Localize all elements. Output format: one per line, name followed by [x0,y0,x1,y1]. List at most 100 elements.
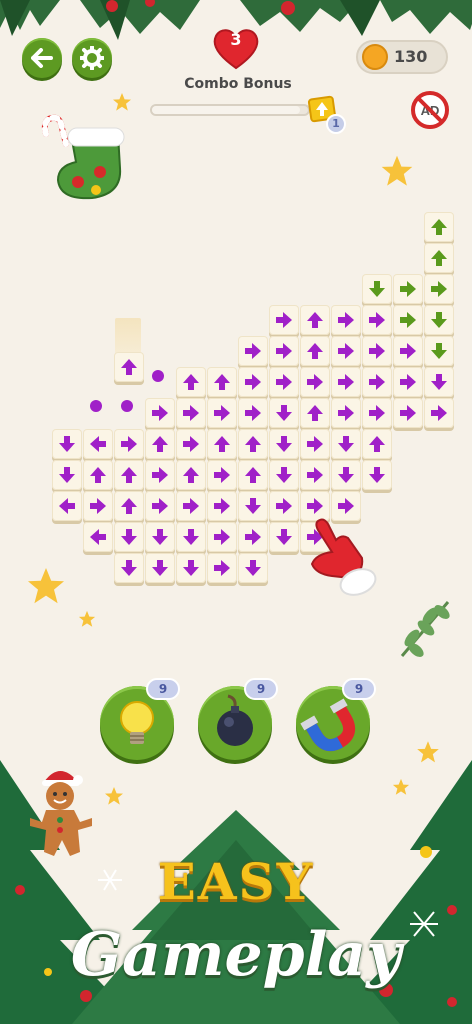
arrow-tile[interactable] [52,429,82,459]
arrow-tile[interactable] [393,398,423,428]
arrow-up-icon [183,374,199,390]
arrow-tile[interactable] [114,553,144,583]
arrow-tile[interactable] [207,553,237,583]
arrow-tile[interactable] [176,398,206,428]
arrow-tile[interactable] [269,522,299,552]
arrow-right-icon [400,312,416,328]
arrow-tile[interactable] [207,491,237,521]
arrow-tile[interactable] [145,522,175,552]
arrow-tile[interactable] [362,367,392,397]
arrow-tile[interactable] [207,429,237,459]
arrow-tile[interactable] [269,336,299,366]
arrow-tile[interactable] [424,398,454,428]
arrow-tile[interactable] [114,522,144,552]
arrow-tile[interactable] [424,367,454,397]
arrow-tile[interactable] [176,553,206,583]
arrow-tile[interactable] [238,367,268,397]
arrow-tile[interactable] [300,398,330,428]
arrow-tile[interactable] [300,429,330,459]
arrow-right-icon [245,529,261,545]
arrow-tile[interactable] [83,460,113,490]
arrow-left-icon [90,436,106,452]
arrow-tile[interactable] [300,367,330,397]
arrow-tile[interactable] [207,367,237,397]
arrow-tile[interactable] [331,305,361,335]
arrow-right-icon [214,405,230,421]
arrow-up-icon [214,436,230,452]
arrow-tile[interactable] [145,460,175,490]
arrow-tile[interactable] [114,352,144,382]
arrow-tile[interactable] [145,491,175,521]
arrow-tile[interactable] [362,429,392,459]
arrow-right-icon [90,498,106,514]
arrow-tile[interactable] [269,367,299,397]
arrow-tile[interactable] [238,398,268,428]
arrow-right-icon [183,405,199,421]
arrow-tile[interactable] [176,429,206,459]
arrow-tile[interactable] [393,336,423,366]
arrow-down-icon [369,281,385,297]
arrow-tile[interactable] [424,274,454,304]
arrow-tile[interactable] [238,460,268,490]
arrow-tile[interactable] [269,398,299,428]
arrow-tile[interactable] [238,522,268,552]
arrow-down-icon [276,405,292,421]
arrow-tile[interactable] [424,336,454,366]
arrow-tile[interactable] [176,367,206,397]
arrow-right-icon [338,312,354,328]
arrow-right-icon [245,343,261,359]
arrow-tile[interactable] [424,243,454,273]
arrow-tile[interactable] [269,429,299,459]
arrow-tile[interactable] [300,305,330,335]
arrow-tile[interactable] [238,336,268,366]
arrow-tile[interactable] [83,429,113,459]
arrow-tile[interactable] [145,553,175,583]
arrow-tile[interactable] [114,429,144,459]
arrow-up-icon [121,359,137,375]
arrow-up-icon [152,436,168,452]
arrow-right-icon [276,374,292,390]
arrow-tile[interactable] [424,212,454,242]
arrow-down-icon [152,529,168,545]
arrow-tile[interactable] [176,460,206,490]
arrow-tile[interactable] [362,305,392,335]
arrow-tile[interactable] [393,274,423,304]
arrow-tile[interactable] [269,305,299,335]
arrow-tile[interactable] [114,491,144,521]
arrow-tile[interactable] [331,460,361,490]
arrow-up-icon [245,467,261,483]
arrow-tile[interactable] [145,429,175,459]
arrow-tile[interactable] [269,491,299,521]
arrow-tile[interactable] [238,553,268,583]
arrow-tile[interactable] [52,491,82,521]
arrow-tile[interactable] [207,398,237,428]
arrow-right-icon [431,281,447,297]
arrow-tile[interactable] [176,522,206,552]
arrow-tile[interactable] [207,460,237,490]
arrow-right-icon [214,529,230,545]
arrow-tile[interactable] [300,336,330,366]
arrow-tile[interactable] [83,491,113,521]
arrow-tile[interactable] [238,491,268,521]
arrow-tile[interactable] [83,522,113,552]
arrow-tile[interactable] [238,429,268,459]
arrow-tile[interactable] [331,398,361,428]
arrow-tile[interactable] [176,491,206,521]
arrow-tile[interactable] [331,429,361,459]
arrow-tile[interactable] [300,460,330,490]
arrow-tile[interactable] [207,522,237,552]
arrow-tile[interactable] [114,460,144,490]
arrow-tile[interactable] [362,336,392,366]
arrow-tile[interactable] [362,398,392,428]
arrow-tile[interactable] [145,398,175,428]
arrow-tile[interactable] [331,336,361,366]
arrow-right-icon [276,343,292,359]
arrow-tile[interactable] [362,274,392,304]
arrow-tile[interactable] [362,460,392,490]
arrow-tile[interactable] [331,367,361,397]
arrow-tile[interactable] [52,460,82,490]
arrow-tile[interactable] [393,305,423,335]
arrow-tile[interactable] [424,305,454,335]
arrow-tile[interactable] [393,367,423,397]
arrow-tile[interactable] [269,460,299,490]
